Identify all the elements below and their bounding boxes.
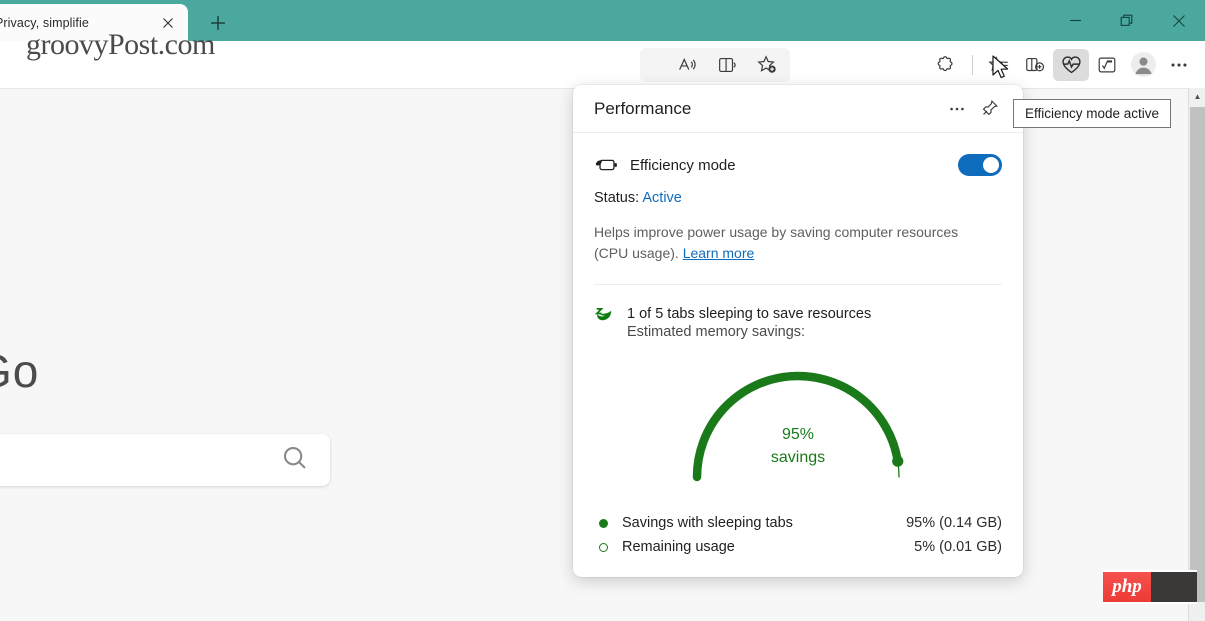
extensions-icon[interactable] <box>928 49 964 81</box>
toolbar-button-group <box>928 41 1197 88</box>
legend-label-remaining: Remaining usage <box>608 539 914 555</box>
immersive-reader-icon[interactable] <box>707 49 747 81</box>
restore-icon[interactable] <box>1101 0 1153 41</box>
memory-savings-gauge: 95% savings <box>594 347 1002 499</box>
page-scrollbar[interactable]: ▲ <box>1188 88 1205 621</box>
status-row: Status: Active <box>594 176 1002 206</box>
learn-more-link[interactable]: Learn more <box>683 245 755 261</box>
battery-leaf-icon <box>594 156 620 174</box>
settings-more-icon[interactable] <box>1161 49 1197 81</box>
minimize-icon[interactable] <box>1049 0 1101 41</box>
sleeping-tab-leaf-icon <box>594 305 620 331</box>
watermark: groovyPost.com <box>26 28 215 62</box>
legend-label-savings: Savings with sleeping tabs <box>608 515 906 531</box>
search-icon <box>280 443 310 478</box>
window-controls <box>1049 0 1205 41</box>
sleeping-tabs-row: 1 of 5 tabs sleeping to save resources E… <box>594 285 1002 341</box>
php-badge-dark <box>1151 572 1197 602</box>
pin-icon[interactable] <box>973 93 1005 125</box>
browser-essentials-icon[interactable] <box>1017 49 1053 81</box>
gauge-center-text: 95% savings <box>594 423 1002 469</box>
mouse-cursor <box>992 55 1012 87</box>
efficiency-mode-toggle[interactable] <box>958 154 1002 176</box>
scrollbar-up-arrow-icon[interactable]: ▲ <box>1189 88 1205 105</box>
ellipsis-icon[interactable] <box>941 93 973 125</box>
math-solver-icon[interactable] <box>1089 49 1125 81</box>
panel-title: Performance <box>594 99 941 119</box>
php-logo: php <box>1103 572 1151 602</box>
toggle-knob <box>983 157 999 173</box>
title-bar: kGo — Privacy, simplifie <box>0 0 1205 41</box>
legend-marker-hollow-icon <box>599 543 608 552</box>
legend-row-savings: Savings with sleeping tabs 95% (0.14 GB) <box>594 511 1002 535</box>
gauge-percent: 95% <box>594 423 1002 446</box>
legend-row-remaining: Remaining usage 5% (0.01 GB) <box>594 535 1002 559</box>
page-search-input[interactable] <box>0 434 330 486</box>
performance-icon[interactable] <box>1053 49 1089 81</box>
gauge-label: savings <box>594 446 1002 469</box>
efficiency-helper-text: Helps improve power usage by saving comp… <box>594 206 994 264</box>
scrollbar-thumb[interactable] <box>1190 107 1205 602</box>
chart-legend: Savings with sleeping tabs 95% (0.14 GB)… <box>594 499 1002 559</box>
efficiency-mode-tooltip: Efficiency mode active <box>1013 99 1171 128</box>
profile-icon[interactable] <box>1125 49 1161 81</box>
status-value: Active <box>642 190 682 206</box>
panel-body: Efficiency mode Status: Active Helps imp… <box>573 133 1023 559</box>
panel-header: Performance <box>573 85 1023 133</box>
duckduckgo-logo: Go <box>0 344 39 398</box>
helper-sentence: Helps improve power usage by saving comp… <box>594 224 958 261</box>
legend-value-remaining: 5% (0.01 GB) <box>914 539 1002 555</box>
close-icon[interactable] <box>1153 0 1205 41</box>
efficiency-mode-row: Efficiency mode <box>594 133 1002 176</box>
legend-value-savings: 95% (0.14 GB) <box>906 515 1002 531</box>
browser-window: Go ne? We can help. ollow you around wit… <box>0 0 1205 621</box>
read-aloud-icon[interactable] <box>667 49 707 81</box>
performance-panel: Performance <box>573 85 1023 577</box>
legend-marker-filled-icon <box>599 519 608 528</box>
efficiency-mode-label: Efficiency mode <box>620 157 958 174</box>
add-favorite-icon[interactable] <box>747 49 787 81</box>
status-label: Status: <box>594 190 639 206</box>
toolbar-separator <box>972 55 973 75</box>
php-badge: php <box>1103 570 1197 604</box>
memory-savings-label: Estimated memory savings: <box>627 315 805 340</box>
